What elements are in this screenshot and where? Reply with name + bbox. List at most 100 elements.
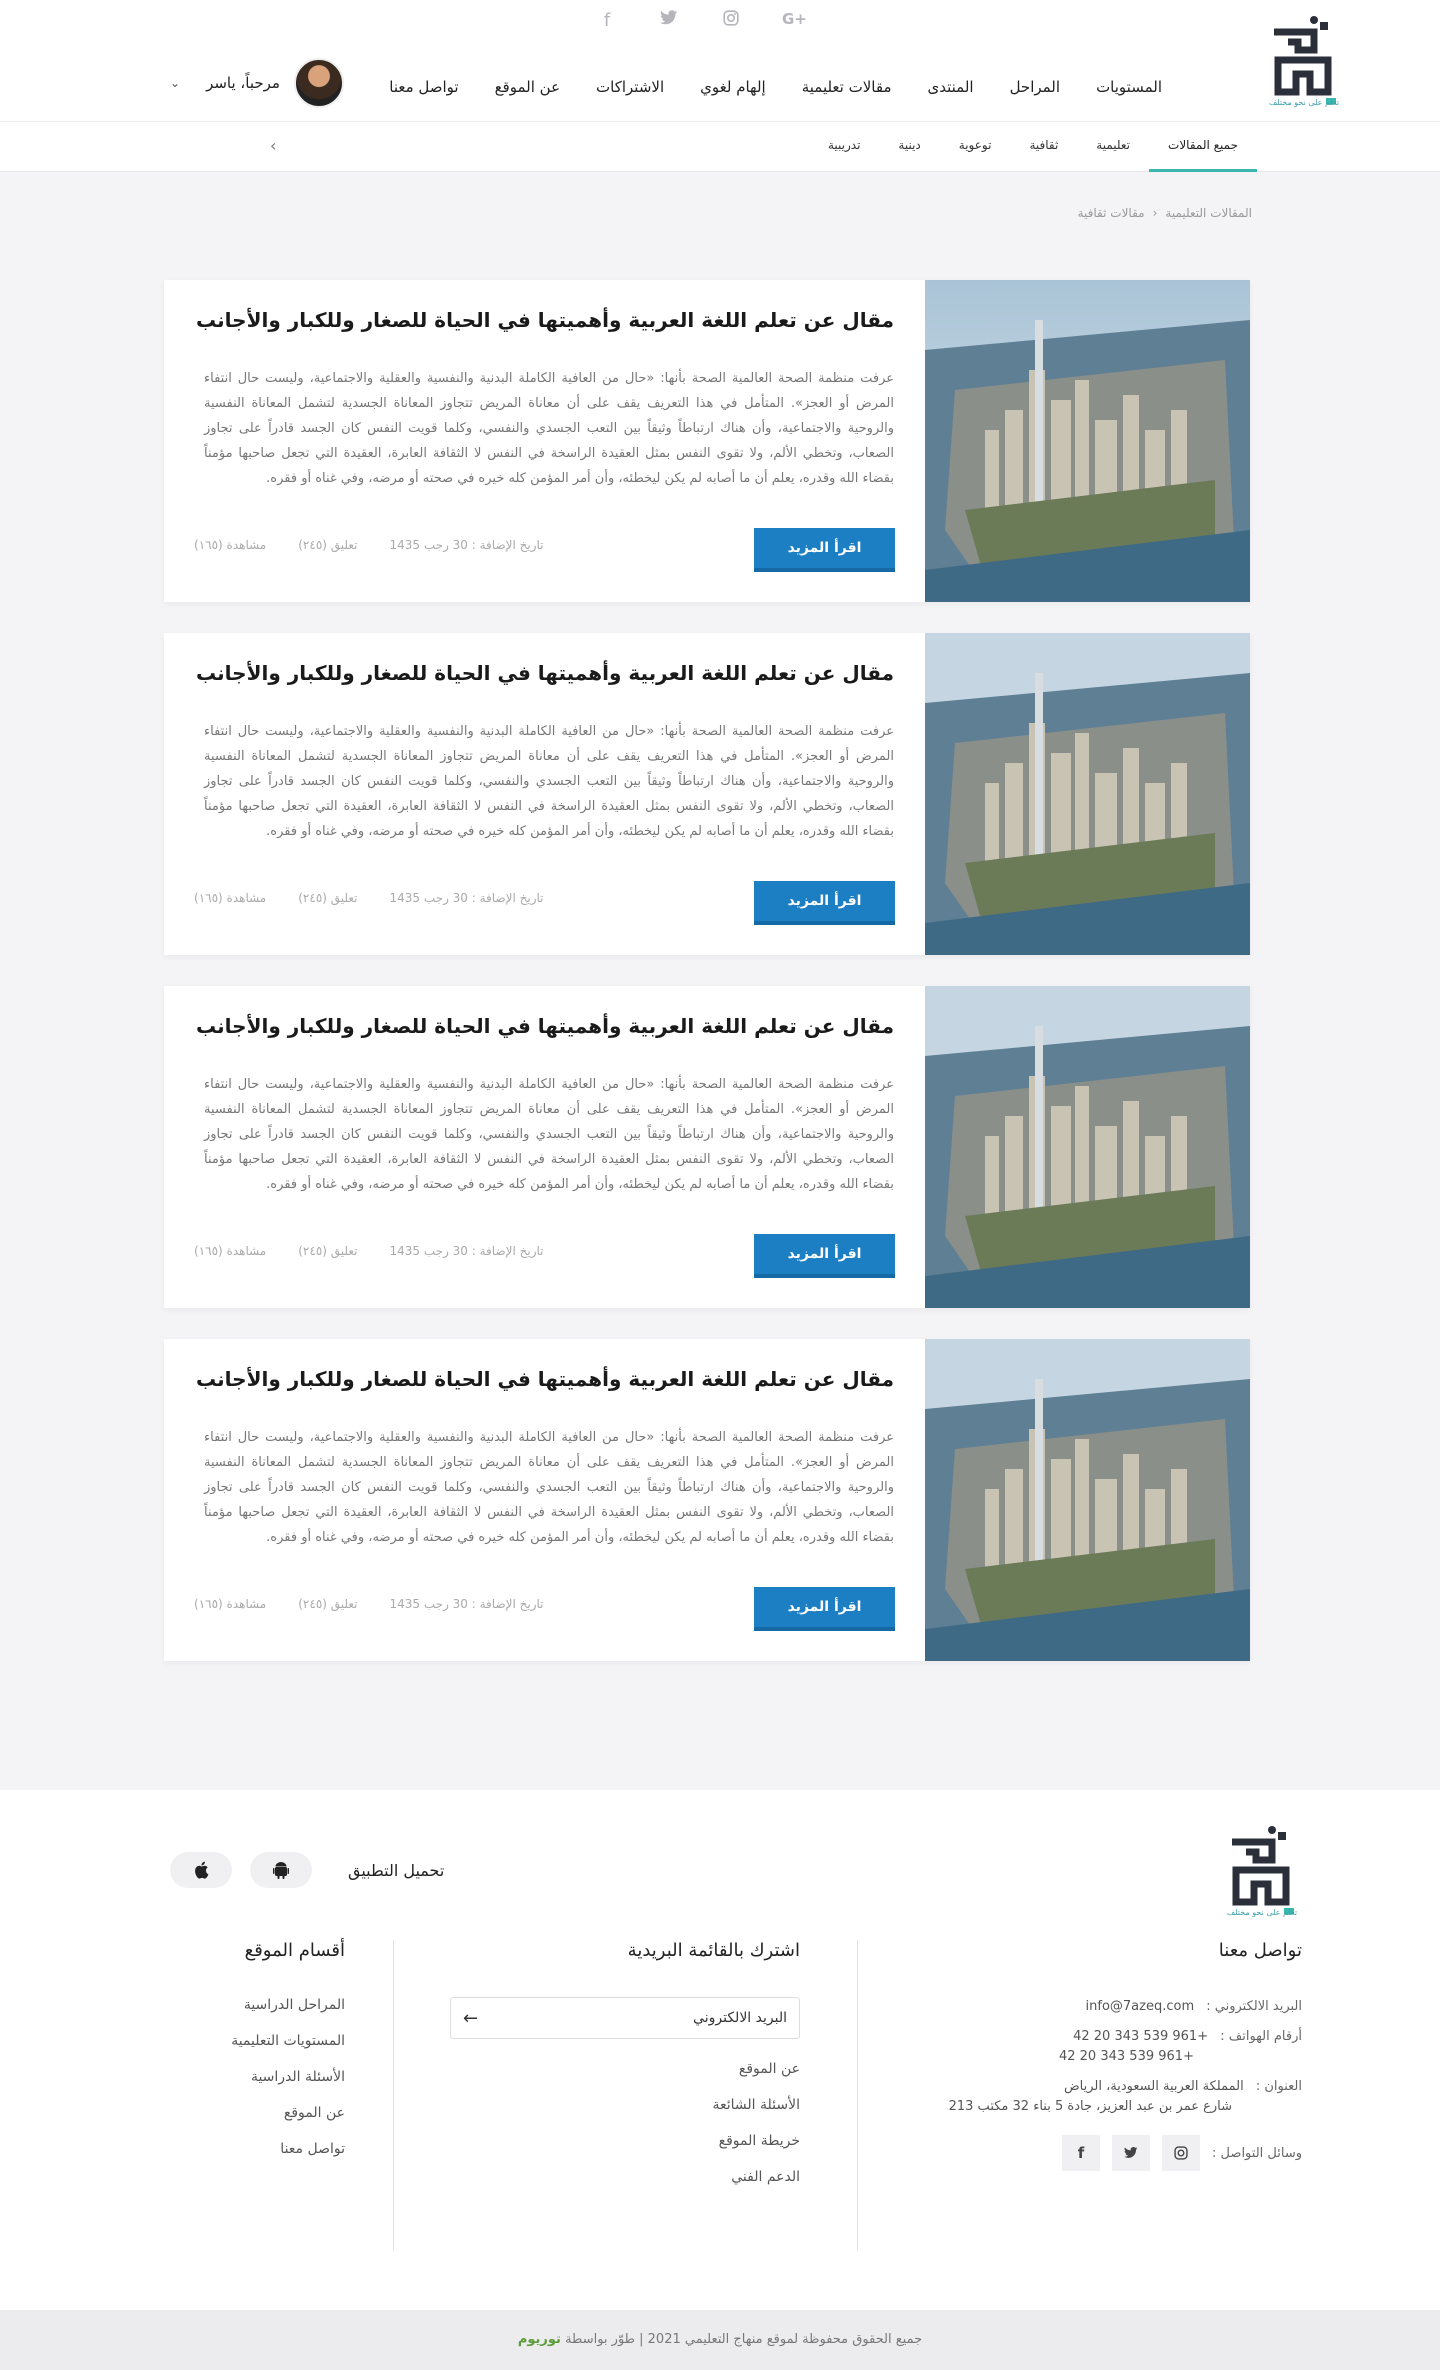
user-greeting[interactable]: مرحباً، ياسر [206,74,280,92]
nav-forum[interactable]: المنتدى [909,78,991,96]
tab-all-articles[interactable]: جميع المقالات [1149,122,1257,172]
main-navigation: المستويات المراحل المنتدى مقالات تعليمية… [371,78,1180,96]
article-image[interactable] [925,280,1250,602]
user-menu[interactable]: مرحباً، ياسر ⌄ [170,58,344,108]
footer-link-levels[interactable]: المستويات التعليمية [145,2033,345,2049]
footer-divider [857,1940,858,2250]
footer-newsletter: اشترك بالقائمة البريدية البريد الالكترون… [440,1940,800,2205]
twitter-icon[interactable] [658,10,680,31]
facebook-icon[interactable]: f [596,10,618,31]
article-card: مقال عن تعلم اللغة العربية وأهميتها في ا… [164,633,1250,955]
facebook-icon[interactable]: f [1062,2135,1101,2171]
article-title[interactable]: مقال عن تعلم اللغة العربية وأهميتها في ا… [196,661,894,685]
app-download-label: تحميل التطبيق [348,1860,445,1880]
logo-tagline: تعلم على نحو مختلف [1268,98,1340,107]
nav-about[interactable]: عن الموقع [477,78,578,96]
article-views: مشاهدة (١٦٥) [194,1244,267,1258]
tab-cultural[interactable]: ثقافية [1010,122,1077,172]
site-footer: تعلم على نحو مختلف تحميل التطبيق تواصل م… [0,1790,1440,2310]
article-meta: تاريخ الإضافة : 30 رجب 1435 تعليق (٢٤٥) … [194,1244,544,1258]
footer-link-questions[interactable]: الأسئلة الدراسية [145,2069,345,2085]
article-excerpt: عرفت منظمة الصحة العالمية الصحة بأنها: «… [204,724,894,839]
tab-training[interactable]: تدريبية [809,122,879,172]
nav-levels[interactable]: المستويات [1078,78,1180,96]
nav-inspiration[interactable]: إلهام لغوي [682,78,784,96]
top-social-links: f G+ [0,10,1420,31]
article-card: مقال عن تعلم اللغة العربية وأهميتها في ا… [164,1339,1250,1661]
article-excerpt: عرفت منظمة الصحة العالمية الصحة بأنها: «… [204,371,894,486]
read-more-button[interactable]: اقرأ المزيد [754,1234,895,1278]
article-image[interactable] [925,986,1250,1308]
contact-email[interactable]: info@7azeq.com [1086,1999,1195,2014]
footer-contact: تواصل معنا البريد الالكتروني : info@7aze… [922,1940,1302,2171]
read-more-button[interactable]: اقرأ المزيد [754,1587,895,1631]
tab-educational[interactable]: تعليمية [1077,122,1149,172]
article-views: مشاهدة (١٦٥) [194,538,267,552]
newsletter-placeholder: البريد الالكتروني [693,2010,787,2026]
article-comments: تعليق (٢٤٥) [298,891,358,905]
copyright-bar: جميع الحقوق محفوظة لموقع منهاج التعليمي … [0,2310,1440,2370]
breadcrumb-item[interactable]: المقالات التعليمية [1165,206,1252,220]
instagram-icon[interactable] [720,10,742,31]
developer-link[interactable]: توريوم [518,2332,561,2347]
apple-icon[interactable] [170,1852,232,1888]
article-card: مقال عن تعلم اللغة العربية وأهميتها في ا… [164,986,1250,1308]
breadcrumb-current: مقالات ثقافية [1077,206,1145,220]
twitter-icon[interactable] [1112,2135,1151,2171]
footer-link-stages[interactable]: المراحل الدراسية [145,1997,345,2013]
footer-link-contact[interactable]: تواصل معنا [145,2141,345,2157]
tab-awareness[interactable]: توعوية [940,122,1011,172]
newsletter-email-field[interactable]: البريد الالكتروني ← [450,1997,800,2039]
article-card: مقال عن تعلم اللغة العربية وأهميتها في ا… [164,280,1250,602]
newsletter-links: عن الموقع الأسئلة الشائعة خريطة الموقع ا… [440,2061,801,2185]
footer-link-sitemap[interactable]: خريطة الموقع [440,2133,800,2149]
footer-link-support[interactable]: الدعم الفني [440,2169,800,2185]
article-views: مشاهدة (١٦٥) [194,891,267,905]
article-image[interactable] [925,1339,1250,1661]
category-tabs: جميع المقالات تعليمية ثقافية توعوية ديني… [809,122,1257,172]
article-date: تاريخ الإضافة : 30 رجب 1435 [389,1244,544,1258]
chevron-left-icon[interactable]: › [270,136,276,155]
nav-articles[interactable]: مقالات تعليمية [784,78,910,96]
nav-stages[interactable]: المراحل [992,78,1079,96]
contact-email-row: البريد الالكتروني : info@7azeq.com [922,1997,1302,2017]
phones-label: أرقام الهواتف : [1220,2029,1302,2044]
footer-newsletter-title: اشترك بالقائمة البريدية [627,1940,800,1961]
arrow-left-icon[interactable]: ← [463,2008,478,2029]
article-title[interactable]: مقال عن تعلم اللغة العربية وأهميتها في ا… [196,1014,894,1038]
article-views: مشاهدة (١٦٥) [194,1597,267,1611]
article-date: تاريخ الإضافة : 30 رجب 1435 [389,1597,544,1611]
contact-phone: +961 539 343 20 42 [1073,2029,1209,2044]
contact-phones-row: أرقام الهواتف : +961 539 343 20 42 +961 … [922,2027,1302,2067]
tab-religious[interactable]: دينية [879,122,939,172]
article-title[interactable]: مقال عن تعلم اللغة العربية وأهميتها في ا… [196,308,894,332]
article-meta: تاريخ الإضافة : 30 رجب 1435 تعليق (٢٤٥) … [194,538,544,552]
nav-contact[interactable]: تواصل معنا [371,78,476,96]
article-comments: تعليق (٢٤٥) [298,538,358,552]
site-header: تعلم على نحو مختلف f G+ المستويات المراح… [0,0,1440,122]
article-image[interactable] [925,633,1250,955]
article-title[interactable]: مقال عن تعلم اللغة العربية وأهميتها في ا… [196,1367,894,1391]
copyright-text: جميع الحقوق محفوظة لموقع منهاج التعليمي … [565,2332,923,2347]
article-date: تاريخ الإضافة : 30 رجب 1435 [389,891,544,905]
article-meta: تاريخ الإضافة : 30 رجب 1435 تعليق (٢٤٥) … [194,1597,544,1611]
chevron-down-icon[interactable]: ⌄ [170,76,180,90]
article-date: تاريخ الإضافة : 30 رجب 1435 [389,538,544,552]
article-meta: تاريخ الإضافة : 30 رجب 1435 تعليق (٢٤٥) … [194,891,544,905]
footer-logo-tagline: تعلم على نحو مختلف [1226,1908,1298,1917]
footer-link-about[interactable]: عن الموقع [145,2105,345,2121]
footer-link-faq[interactable]: الأسئلة الشائعة [440,2097,801,2113]
google-plus-icon[interactable]: G+ [782,10,807,31]
read-more-button[interactable]: اقرأ المزيد [754,528,895,572]
footer-link-about[interactable]: عن الموقع [440,2061,800,2077]
footer-sections: أقسام الموقع المراحل الدراسية المستويات … [145,1940,345,2177]
read-more-button[interactable]: اقرأ المزيد [754,881,895,925]
android-icon[interactable] [250,1852,312,1888]
instagram-icon[interactable] [1162,2135,1201,2171]
nav-subscriptions[interactable]: الاشتراكات [578,78,682,96]
footer-divider [393,1940,394,2250]
social-label: وسائل التواصل : [1212,2145,1302,2161]
avatar[interactable] [293,58,344,108]
contact-address: المملكة العربية السعودية، الرياض [1063,2079,1244,2094]
footer-logo[interactable] [1226,1822,1298,1917]
